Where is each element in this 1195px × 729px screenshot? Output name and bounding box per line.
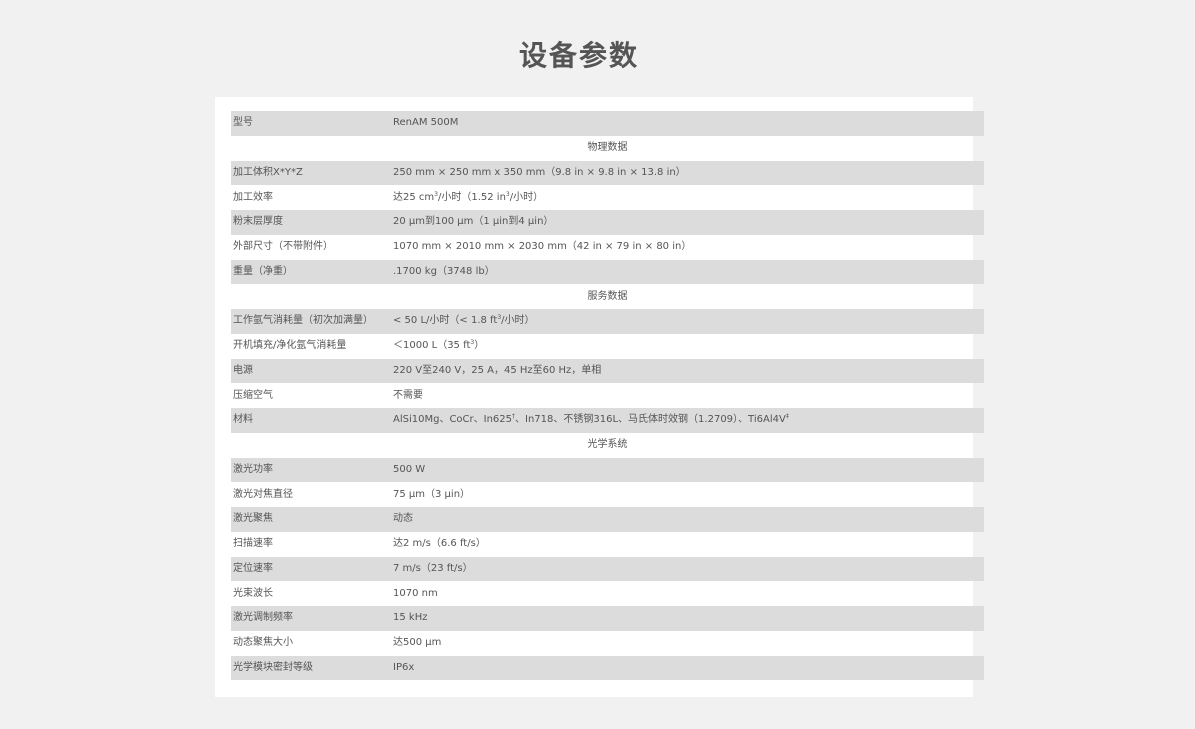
section-title: 光学系统 bbox=[587, 439, 628, 451]
spec-label: 工作氩气消耗量（初次加满量） bbox=[231, 309, 393, 334]
spec-value: 动态 bbox=[393, 507, 984, 532]
spec-label: 动态聚焦大小 bbox=[233, 637, 293, 649]
table-row: 激光对焦直径 75 µm（3 µin） bbox=[231, 482, 984, 507]
spec-value: 不需要 bbox=[393, 389, 423, 401]
section-header-physical: 物理数据 bbox=[231, 136, 984, 161]
section-title: 服务数据 bbox=[587, 290, 628, 302]
table-row: 加工效率 达25 cm3/小时（1.52 in3/小时） bbox=[231, 185, 984, 210]
spec-value: 250 mm × 250 mm x 350 mm（9.8 in × 9.8 in… bbox=[393, 160, 984, 186]
spec-value: RenAM 500M bbox=[393, 111, 984, 136]
spec-value: 20 µm到100 µm（1 µin到4 µin） bbox=[393, 210, 984, 235]
table-row: 定位速率 7 m/s（23 ft/s） bbox=[231, 556, 984, 582]
spec-value: 达500 µm bbox=[393, 637, 442, 649]
table-row: 光学模块密封等级 IP6x bbox=[231, 655, 984, 681]
spec-label: 外部尺寸（不带附件） bbox=[233, 241, 333, 253]
spec-value-part: /小时） bbox=[509, 191, 544, 203]
spec-label: 光学模块密封等级 bbox=[231, 655, 393, 681]
spec-label: 重量（净重） bbox=[231, 259, 393, 285]
spec-label: 型号 bbox=[231, 111, 393, 136]
spec-label: 加工效率 bbox=[233, 191, 273, 203]
spec-value: 15 kHz bbox=[393, 606, 984, 631]
spec-label: 激光聚焦 bbox=[231, 507, 393, 532]
table-row: 动态聚焦大小 达500 µm bbox=[231, 631, 984, 656]
spec-value: 达25 cm3/小时（1.52 in3/小时） bbox=[393, 185, 984, 210]
spec-value: < 50 L/小时（< 1.8 ft3/小时） bbox=[393, 309, 984, 334]
spec-value-part: /小时（1.52 in bbox=[437, 191, 506, 203]
table-row: 开机填充/净化氩气消耗量 ＜1000 L（35 ft3） bbox=[231, 334, 984, 359]
table-row: 激光调制频率 15 kHz bbox=[231, 606, 984, 631]
spec-label: 开机填充/净化氩气消耗量 bbox=[233, 340, 347, 352]
table-row: 型号 RenAM 500M bbox=[231, 111, 984, 136]
spec-value: 1070 nm bbox=[393, 587, 438, 599]
spec-value: AlSi10Mg、CoCr、In625†、In718、不锈钢316L、马氏体时效… bbox=[393, 408, 984, 433]
spec-label: 加工体积X*Y*Z bbox=[231, 160, 393, 186]
section-header-service: 服务数据 bbox=[231, 284, 984, 309]
spec-value: 220 V至240 V，25 A，45 Hz至60 Hz，单相 bbox=[393, 358, 984, 384]
spec-value: 7 m/s（23 ft/s） bbox=[393, 556, 984, 582]
table-row: 电源 220 V至240 V，25 A，45 Hz至60 Hz，单相 bbox=[231, 358, 984, 384]
table-row: 材料 AlSi10Mg、CoCr、In625†、In718、不锈钢316L、马氏… bbox=[231, 408, 984, 433]
table-row: 扫描速率 达2 m/s（6.6 ft/s） bbox=[231, 532, 984, 557]
spec-value-part: ＜1000 L（35 ft bbox=[393, 340, 471, 352]
spec-value: 500 W bbox=[393, 457, 984, 483]
spec-label: 激光调制频率 bbox=[231, 606, 393, 631]
spec-label: 激光功率 bbox=[231, 457, 393, 483]
page-title: 设备参数 bbox=[518, 39, 639, 72]
section-title: 物理数据 bbox=[587, 142, 628, 154]
table-row: 光束波长 1070 nm bbox=[231, 581, 984, 606]
table-row: 粉末层厚度 20 µm到100 µm（1 µin到4 µin） bbox=[231, 210, 984, 235]
spec-label: 压缩空气 bbox=[233, 389, 273, 401]
table-row: 激光功率 500 W bbox=[231, 457, 984, 483]
spec-value-part: 、In718、不锈钢316L、马氏体时效钢（1.2709）、Ti6Al4V bbox=[515, 414, 786, 426]
spec-label: 扫描速率 bbox=[233, 538, 273, 550]
table-row: 工作氩气消耗量（初次加满量） < 50 L/小时（< 1.8 ft3/小时） bbox=[231, 309, 984, 334]
spec-value-part: ） bbox=[474, 340, 485, 352]
section-header-optics: 光学系统 bbox=[231, 433, 984, 458]
table-row: 压缩空气 不需要 bbox=[231, 383, 984, 408]
spec-label: 粉末层厚度 bbox=[231, 210, 393, 235]
spec-value: 1070 mm × 2010 mm × 2030 mm（42 in × 79 i… bbox=[393, 241, 692, 253]
table-row: 重量（净重） .1700 kg（3748 lb） bbox=[231, 259, 984, 285]
spec-label: 电源 bbox=[231, 358, 393, 384]
spec-value: IP6x bbox=[393, 655, 984, 681]
table-row: 外部尺寸（不带附件） 1070 mm × 2010 mm × 2030 mm（4… bbox=[231, 235, 984, 260]
superscript: ‡ bbox=[785, 413, 789, 421]
spec-label: 材料 bbox=[231, 408, 393, 433]
spec-value-part: < 50 L/小时（< 1.8 ft bbox=[393, 315, 498, 327]
table-row: 激光聚焦 动态 bbox=[231, 507, 984, 532]
spec-value: 75 µm（3 µin） bbox=[393, 488, 471, 500]
spec-table: 型号 RenAM 500M 物理数据 加工体积X*Y*Z 250 mm × 25… bbox=[231, 111, 984, 681]
spec-label: 光束波长 bbox=[233, 587, 273, 599]
spec-value: ＜1000 L（35 ft3） bbox=[393, 334, 984, 359]
spec-label: 定位速率 bbox=[231, 556, 393, 582]
spec-label: 激光对焦直径 bbox=[233, 488, 293, 500]
spec-value-part: AlSi10Mg、CoCr、In625 bbox=[393, 414, 513, 426]
table-row: 加工体积X*Y*Z 250 mm × 250 mm x 350 mm（9.8 i… bbox=[231, 160, 984, 186]
spec-value-part: 达25 cm bbox=[393, 191, 435, 203]
spec-value: 达2 m/s（6.6 ft/s） bbox=[393, 538, 486, 550]
spec-value-part: /小时） bbox=[501, 315, 535, 327]
spec-value: .1700 kg（3748 lb） bbox=[393, 259, 984, 285]
